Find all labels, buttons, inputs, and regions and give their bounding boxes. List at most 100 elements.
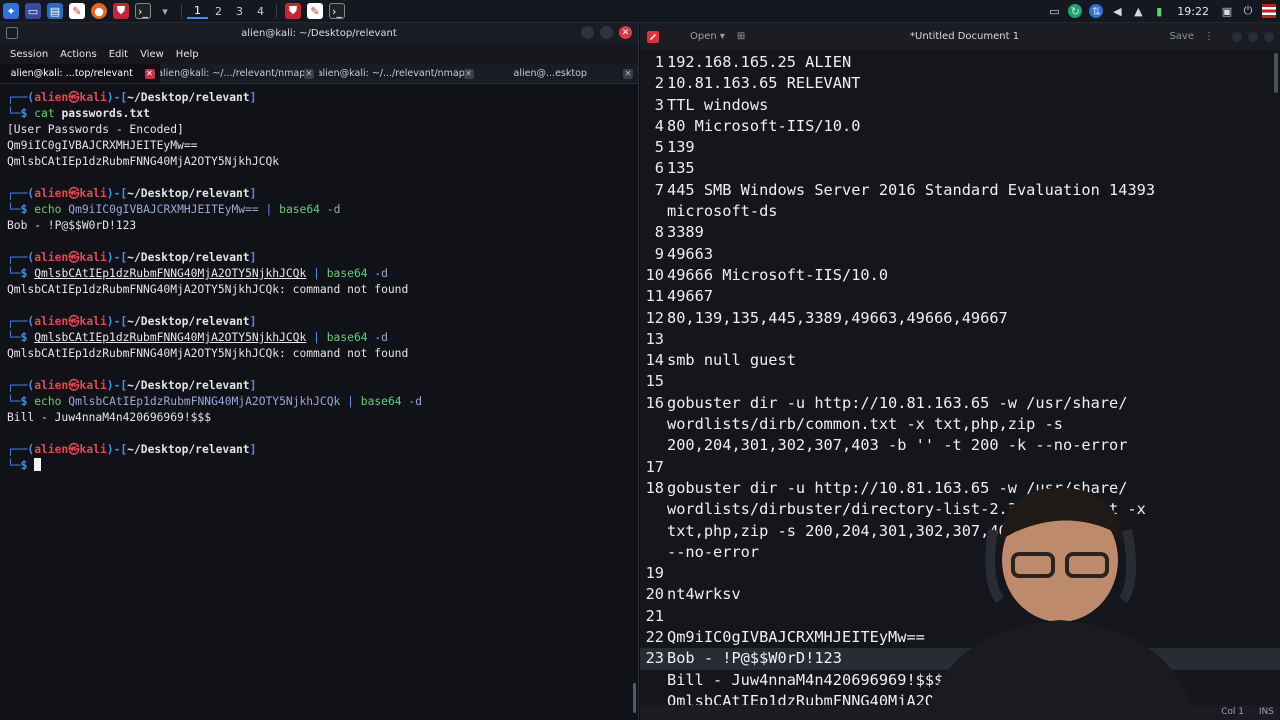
terminal-output[interactable]: ┌──(alien㉿kali)-[~/Desktop/relevant] └─$ … [0, 85, 639, 720]
close-tab-icon[interactable]: ✕ [623, 69, 633, 79]
editor-line[interactable]: 3 TTL windows [640, 95, 1280, 116]
dropdown-icon[interactable]: ▾ [157, 3, 173, 19]
editor-task-icon[interactable]: ✎ [307, 3, 323, 19]
editor-line[interactable]: 5 139 [640, 137, 1280, 158]
editor-line[interactable]: 4 80 Microsoft-IIS/10.0 [640, 116, 1280, 137]
minimize-button[interactable] [581, 26, 594, 39]
prompt-at: ㉿ [68, 379, 80, 392]
line-number: 10 [645, 265, 664, 284]
command-name: base64 [326, 331, 368, 344]
flag-icon[interactable] [1262, 4, 1276, 18]
notification-bell-icon[interactable]: ▲ [1131, 4, 1145, 18]
command-line: └─$ [7, 458, 639, 474]
close-tab-icon[interactable]: ✕ [463, 69, 474, 79]
line-text [664, 457, 667, 478]
window-menu-icon[interactable] [6, 27, 18, 39]
text-editor-icon[interactable]: ✎ [69, 3, 85, 19]
editor-line[interactable]: 8 3389 [640, 222, 1280, 243]
editor-line[interactable]: 11 49667 [640, 286, 1280, 307]
editor-line[interactable]: 1 192.168.165.25 ALIEN [640, 52, 1280, 73]
prompt-path: ~/Desktop/relevant [127, 379, 250, 392]
new-tab-icon[interactable]: ⊞ [737, 31, 745, 42]
close-button[interactable] [1264, 31, 1274, 42]
close-button[interactable]: ✕ [619, 26, 632, 39]
editor-line[interactable]: 200,204,301,302,307,403 -b '' -t 200 -k … [640, 435, 1280, 456]
kali-menu-icon[interactable]: ✦ [3, 3, 19, 19]
editor-line[interactable]: 15 [640, 371, 1280, 392]
editor-line[interactable]: microsoft-ds [640, 201, 1280, 222]
terminal-tab-1[interactable]: alien@kali: ...top/relevant ✕ [0, 64, 160, 83]
desktop-icon[interactable]: ▭ [25, 3, 41, 19]
save-button[interactable]: Save [1169, 31, 1194, 42]
clock[interactable]: 19:22 [1177, 5, 1209, 18]
line-number: 9 [654, 244, 664, 263]
editor-line[interactable]: 2 10.81.163.65 RELEVANT [640, 73, 1280, 94]
line-number: 13 [645, 329, 664, 348]
workspace-3[interactable]: 3 [229, 5, 250, 18]
workspace-4[interactable]: 4 [250, 5, 271, 18]
prompt-frame: ┌──( [7, 251, 35, 264]
terminal-task-icon[interactable]: ›_ [329, 3, 345, 19]
minimize-button[interactable] [1232, 31, 1242, 42]
line-text: --no-error [667, 542, 760, 561]
terminal-icon[interactable]: ›_ [135, 3, 151, 19]
editor-line[interactable]: 14 smb null guest [640, 350, 1280, 371]
editor-line[interactable]: 13 [640, 329, 1280, 350]
prompt-line: ┌──(alien㉿kali)-[~/Desktop/relevant] [7, 442, 639, 458]
file-manager-icon[interactable]: ▤ [47, 3, 63, 19]
editor-line[interactable]: 10 49666 Microsoft-IIS/10.0 [640, 265, 1280, 286]
editor-line[interactable]: 6 135 [640, 158, 1280, 179]
terminal-tab-2[interactable]: alien@kali: ~/.../relevant/nmap ✕ [160, 64, 320, 83]
terminal-tab-3[interactable]: alien@kali: ~/.../relevant/nmap ✕ [319, 64, 479, 83]
terminal-tab-4[interactable]: alien@...esktop ✕ [479, 64, 639, 83]
burp-icon[interactable]: ⛊ [113, 3, 129, 19]
vpn-icon[interactable]: ↻ [1068, 4, 1083, 18]
terminal-scrollbar[interactable] [633, 683, 636, 713]
editor-line[interactable]: 9 49663 [640, 244, 1280, 265]
prompt-frame: └─ [7, 459, 21, 472]
line-text: 80 Microsoft-IIS/10.0 [667, 116, 861, 135]
menu-edit[interactable]: Edit [109, 49, 128, 60]
workspace-2[interactable]: 2 [208, 5, 229, 18]
network-icon[interactable]: ⇅ [1089, 4, 1104, 18]
menu-actions[interactable]: Actions [60, 49, 97, 60]
burp-task-icon[interactable]: ⛊ [285, 3, 301, 19]
tab-label: alien@kali: ...top/relevant [10, 68, 133, 79]
prompt-frame: ] [249, 251, 257, 264]
prompt-frame: └─ [7, 331, 21, 344]
volume-icon[interactable]: ◀ [1110, 4, 1124, 18]
maximize-button[interactable] [600, 26, 613, 39]
prompt-path: ~/Desktop/relevant [127, 443, 250, 456]
workspace-1[interactable]: 1 [187, 4, 208, 19]
editor-scrollbar[interactable] [1274, 53, 1278, 93]
open-button[interactable]: Open ▾ [682, 29, 733, 44]
line-text: microsoft-ds [667, 202, 778, 221]
line-text: smb null guest [667, 351, 796, 370]
menu-view[interactable]: View [140, 49, 164, 60]
maximize-button[interactable] [1248, 31, 1258, 42]
prompt-frame: ┌──( [7, 443, 35, 456]
close-tab-icon[interactable]: ✕ [144, 69, 155, 79]
tab-label: alien@kali: ~/.../relevant/nmap [319, 68, 465, 79]
screen-icon[interactable]: ▭ [1047, 4, 1061, 18]
editor-headerbar: Open ▾ ⊞ *Untitled Document 1 Save ⋮ [640, 23, 1280, 50]
line-text: nt4wrksv [667, 585, 741, 604]
insert-mode: INS [1258, 707, 1274, 717]
lock-icon[interactable]: ▣ [1220, 4, 1234, 18]
editor-app-icon [647, 30, 659, 43]
editor-line[interactable]: wordlists/dirb/common.txt -x txt,php,zip… [640, 414, 1280, 435]
line-number: 7 [654, 180, 664, 199]
editor-line[interactable]: 12 80,139,135,445,3389,49663,49666,49667 [640, 308, 1280, 329]
close-tab-icon[interactable]: ✕ [304, 69, 314, 79]
menu-session[interactable]: Session [10, 49, 48, 60]
battery-icon[interactable]: ▮ [1152, 4, 1166, 18]
line-number [640, 542, 664, 563]
hamburger-menu-icon[interactable]: ⋮ [1204, 31, 1214, 42]
power-icon[interactable]: ⏻ [1241, 4, 1255, 18]
editor-line[interactable]: 7 445 SMB Windows Server 2016 Standard Ev… [640, 180, 1280, 201]
command-flag: -d [374, 331, 388, 344]
editor-line[interactable]: 16 gobuster dir -u http://10.81.163.65 -w… [640, 393, 1280, 414]
prompt-frame: ┌──( [7, 91, 35, 104]
firefox-icon[interactable]: ● [91, 3, 107, 19]
menu-help[interactable]: Help [176, 49, 199, 60]
